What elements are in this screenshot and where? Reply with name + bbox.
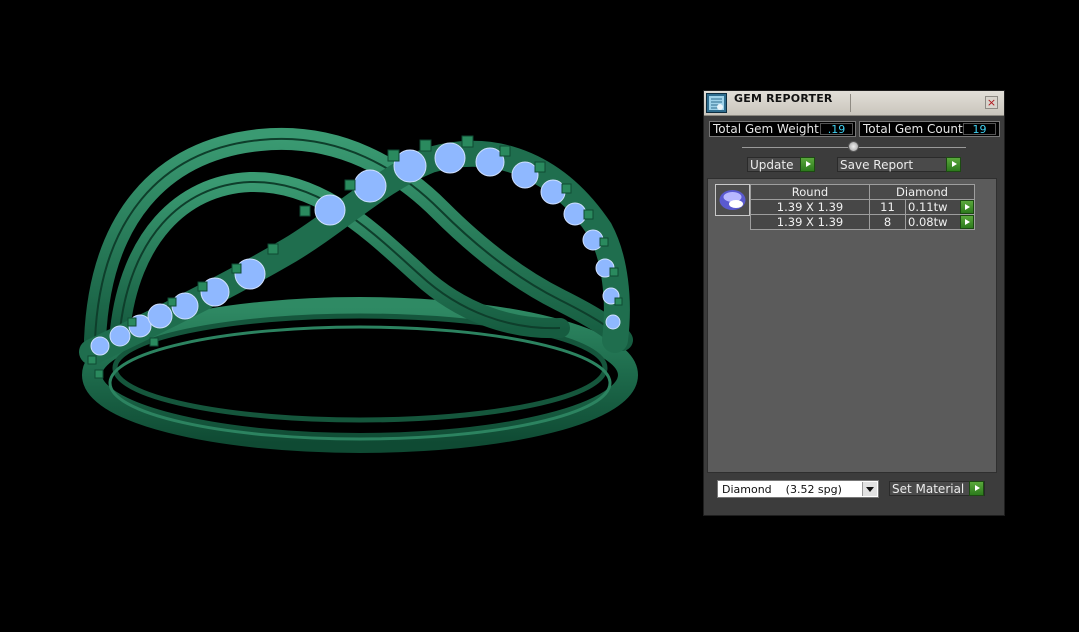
gem-thumbnail-icon[interactable] bbox=[715, 184, 750, 216]
total-gem-weight-field: Total Gem Weight .19 bbox=[709, 121, 856, 137]
save-report-button-label: Save Report bbox=[840, 158, 914, 172]
gem-reporter-panel: GEM REPORTER × Total Gem Weight .19 Tota… bbox=[704, 91, 1004, 515]
table-row[interactable]: 1.39 X 1.39 11 0.11tw bbox=[750, 199, 975, 215]
cell-size: 1.39 X 1.39 bbox=[750, 214, 870, 230]
cell-weight-wrap: 0.08tw bbox=[905, 214, 975, 230]
cell-weight-wrap: 0.11tw bbox=[905, 199, 975, 215]
total-gem-weight-label: Total Gem Weight bbox=[713, 122, 819, 136]
play-arrow-icon[interactable] bbox=[960, 200, 974, 214]
table-row[interactable]: 1.39 X 1.39 8 0.08tw bbox=[750, 214, 975, 230]
set-material-button-label: Set Material bbox=[892, 482, 965, 496]
dropdown-arrow-icon[interactable] bbox=[862, 482, 877, 496]
cell-count: 8 bbox=[869, 214, 906, 230]
total-gem-count-field: Total Gem Count 19 bbox=[859, 121, 1000, 137]
close-icon[interactable]: × bbox=[985, 96, 998, 109]
total-gem-count-label: Total Gem Count bbox=[863, 122, 963, 136]
panel-title: GEM REPORTER bbox=[734, 92, 833, 105]
cell-weight: 0.08tw bbox=[908, 215, 948, 229]
set-material-button[interactable]: Set Material bbox=[889, 481, 985, 496]
update-button-label: Update bbox=[750, 158, 794, 172]
total-gem-weight-value: .19 bbox=[820, 123, 853, 136]
title-divider bbox=[850, 94, 851, 112]
material-select-value: Diamond (3.52 spg) bbox=[722, 483, 842, 496]
gem-table: Round Diamond 1.39 X 1.39 11 0.11tw 1.39… bbox=[750, 184, 975, 230]
play-arrow-icon[interactable] bbox=[960, 215, 974, 229]
title-bar[interactable]: GEM REPORTER × bbox=[704, 91, 1004, 116]
3d-viewport[interactable] bbox=[0, 0, 700, 628]
play-arrow-icon[interactable] bbox=[946, 157, 961, 172]
ring-model[interactable] bbox=[0, 0, 700, 628]
play-arrow-icon[interactable] bbox=[969, 481, 984, 496]
gem-list[interactable]: Round Diamond 1.39 X 1.39 11 0.11tw 1.39… bbox=[707, 178, 997, 473]
cell-size: 1.39 X 1.39 bbox=[750, 199, 870, 215]
total-gem-count-value: 19 bbox=[963, 123, 996, 136]
header-shape: Round bbox=[750, 184, 870, 200]
material-select[interactable]: Diamond (3.52 spg) bbox=[717, 480, 879, 498]
cell-count: 11 bbox=[869, 199, 906, 215]
update-button[interactable]: Update bbox=[747, 157, 815, 172]
cell-weight: 0.11tw bbox=[908, 200, 948, 214]
table-header-row: Round Diamond bbox=[750, 184, 975, 200]
slider-handle[interactable] bbox=[848, 141, 859, 152]
header-material: Diamond bbox=[869, 184, 975, 200]
play-arrow-icon[interactable] bbox=[800, 157, 815, 172]
save-report-button[interactable]: Save Report bbox=[837, 157, 961, 172]
gem-reporter-icon bbox=[706, 93, 727, 113]
